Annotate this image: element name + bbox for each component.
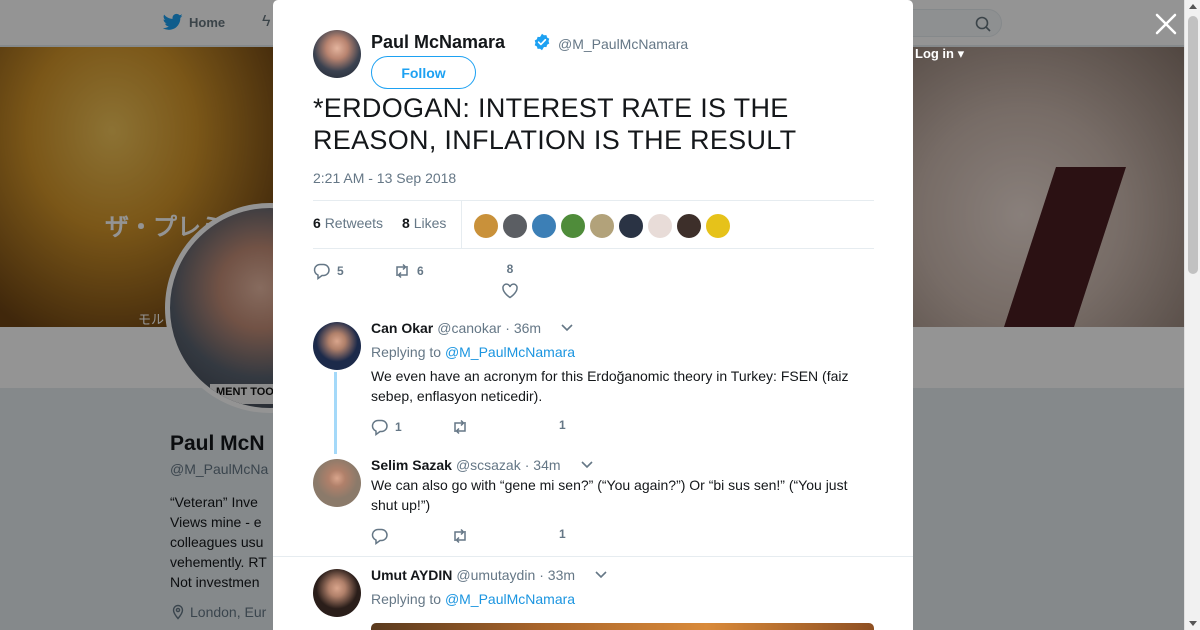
replying-to: Replying to @M_PaulMcNamara [371, 344, 575, 360]
close-icon[interactable] [1152, 10, 1180, 38]
liker-avatar[interactable] [647, 213, 673, 239]
verified-badge-icon [534, 33, 550, 51]
reply-count: 5 [337, 264, 344, 278]
page-scrollbar[interactable] [1184, 0, 1200, 630]
retweet-icon [454, 419, 466, 435]
retweets-count: 6 [313, 215, 321, 231]
reply-tweet[interactable]: Umut AYDIN @umutaydin · 33m Replying to … [313, 567, 874, 630]
liker-avatar[interactable] [502, 213, 528, 239]
replying-to-prefix: Replying to [371, 344, 442, 360]
reply-avatar[interactable] [313, 459, 361, 507]
chevron-down-icon[interactable] [595, 571, 607, 579]
chevron-down-icon[interactable] [580, 461, 593, 469]
scroll-down-arrow[interactable] [1189, 621, 1197, 626]
reply-author-handle[interactable]: @umutaydin [456, 567, 535, 583]
reply-time[interactable]: · 34m [525, 457, 561, 473]
reply-text: We can also go with “gene mi sen?” (“You… [371, 477, 848, 513]
liker-avatars [473, 213, 731, 239]
reply-actions: 1 [371, 527, 874, 549]
chevron-down-icon[interactable] [561, 324, 573, 332]
tweet-stats: 6 Retweets 8 Likes [313, 200, 874, 249]
retweet-icon [454, 528, 466, 544]
heart-icon [502, 283, 518, 299]
reply-avatar[interactable] [313, 322, 361, 370]
reply-header: Umut AYDIN @umutaydin · 33m [371, 567, 607, 583]
retweet-action[interactable]: 6 [393, 262, 424, 280]
reply-tweet[interactable]: Selim Sazak @scsazak · 34m We can also g… [313, 457, 874, 553]
tweet-modal: Paul McNamara @M_PaulMcNamara Follow *ER… [273, 0, 913, 630]
author-handle[interactable]: @M_PaulMcNamara [558, 36, 688, 52]
reply-action[interactable] [371, 527, 389, 545]
liker-avatar[interactable] [560, 213, 586, 239]
like-count: 1 [559, 418, 566, 432]
reply-header: Selim Sazak @scsazak · 34m [371, 457, 593, 473]
reply-icon [371, 528, 388, 545]
reply-time[interactable]: · 33m [539, 567, 575, 583]
reply-action[interactable]: 1 [371, 418, 402, 436]
reply-count: 1 [395, 420, 402, 434]
retweet-count: 6 [417, 264, 424, 278]
follow-button[interactable]: Follow [371, 56, 476, 89]
tweet-actions: 5 6 8 [313, 258, 873, 304]
conversation-divider [273, 556, 913, 557]
author-name[interactable]: Paul McNamara [371, 32, 505, 53]
login-link[interactable]: Log in ▾ [915, 46, 964, 62]
tweet-text: *ERDOGAN: INTEREST RATE IS THE REASON, I… [313, 93, 797, 155]
reply-icon [313, 263, 330, 280]
reply-author-name[interactable]: Umut AYDIN [371, 567, 452, 583]
retweet-action[interactable] [451, 418, 469, 436]
reply-author-handle[interactable]: @canokar [437, 320, 501, 336]
reply-author-handle[interactable]: @scsazak [456, 457, 521, 473]
replying-to-prefix: Replying to [371, 591, 442, 607]
reply-media-image[interactable] [371, 623, 874, 630]
liker-avatar[interactable] [473, 213, 499, 239]
replying-to-link[interactable]: @M_PaulMcNamara [445, 344, 575, 360]
likes-stat[interactable]: 8 Likes [402, 215, 446, 231]
liker-avatar[interactable] [589, 213, 615, 239]
likes-label: Likes [413, 215, 447, 231]
author-avatar[interactable] [313, 30, 361, 78]
retweet-action[interactable] [451, 527, 469, 545]
liker-avatar[interactable] [531, 213, 557, 239]
reply-icon [371, 419, 388, 436]
retweet-icon [396, 263, 408, 279]
tweet-timestamp[interactable]: 2:21 AM - 13 Sep 2018 [313, 170, 456, 186]
reply-header: Can Okar @canokar · 36m [371, 320, 573, 336]
reply-avatar[interactable] [313, 569, 361, 617]
likes-count: 8 [402, 215, 410, 231]
reply-time[interactable]: · 36m [505, 320, 541, 336]
reply-author-name[interactable]: Can Okar [371, 320, 433, 336]
liker-avatar[interactable] [676, 213, 702, 239]
retweets-label: Retweets [324, 215, 384, 231]
retweets-stat[interactable]: 6 Retweets [313, 215, 383, 231]
stats-divider [461, 201, 462, 249]
like-count: 8 [506, 262, 514, 276]
like-action[interactable]: 8 [501, 262, 519, 300]
reply-author-name[interactable]: Selim Sazak [371, 457, 452, 473]
like-action[interactable]: 1 [559, 418, 566, 432]
replying-to-link[interactable]: @M_PaulMcNamara [445, 591, 575, 607]
reply-text: We even have an acronym for this Erdoğan… [371, 368, 849, 404]
like-action[interactable]: 1 [559, 527, 566, 541]
like-count: 1 [559, 527, 566, 541]
replying-to: Replying to @M_PaulMcNamara [371, 591, 575, 607]
liker-avatar[interactable] [705, 213, 731, 239]
scrollbar-thumb[interactable] [1188, 16, 1198, 274]
reply-tweet[interactable]: Can Okar @canokar · 36m Replying to @M_P… [313, 320, 874, 448]
scroll-up-arrow[interactable] [1189, 4, 1197, 9]
liker-avatar[interactable] [618, 213, 644, 239]
reply-actions: 1 1 [371, 418, 874, 440]
reply-action[interactable]: 5 [313, 262, 344, 280]
